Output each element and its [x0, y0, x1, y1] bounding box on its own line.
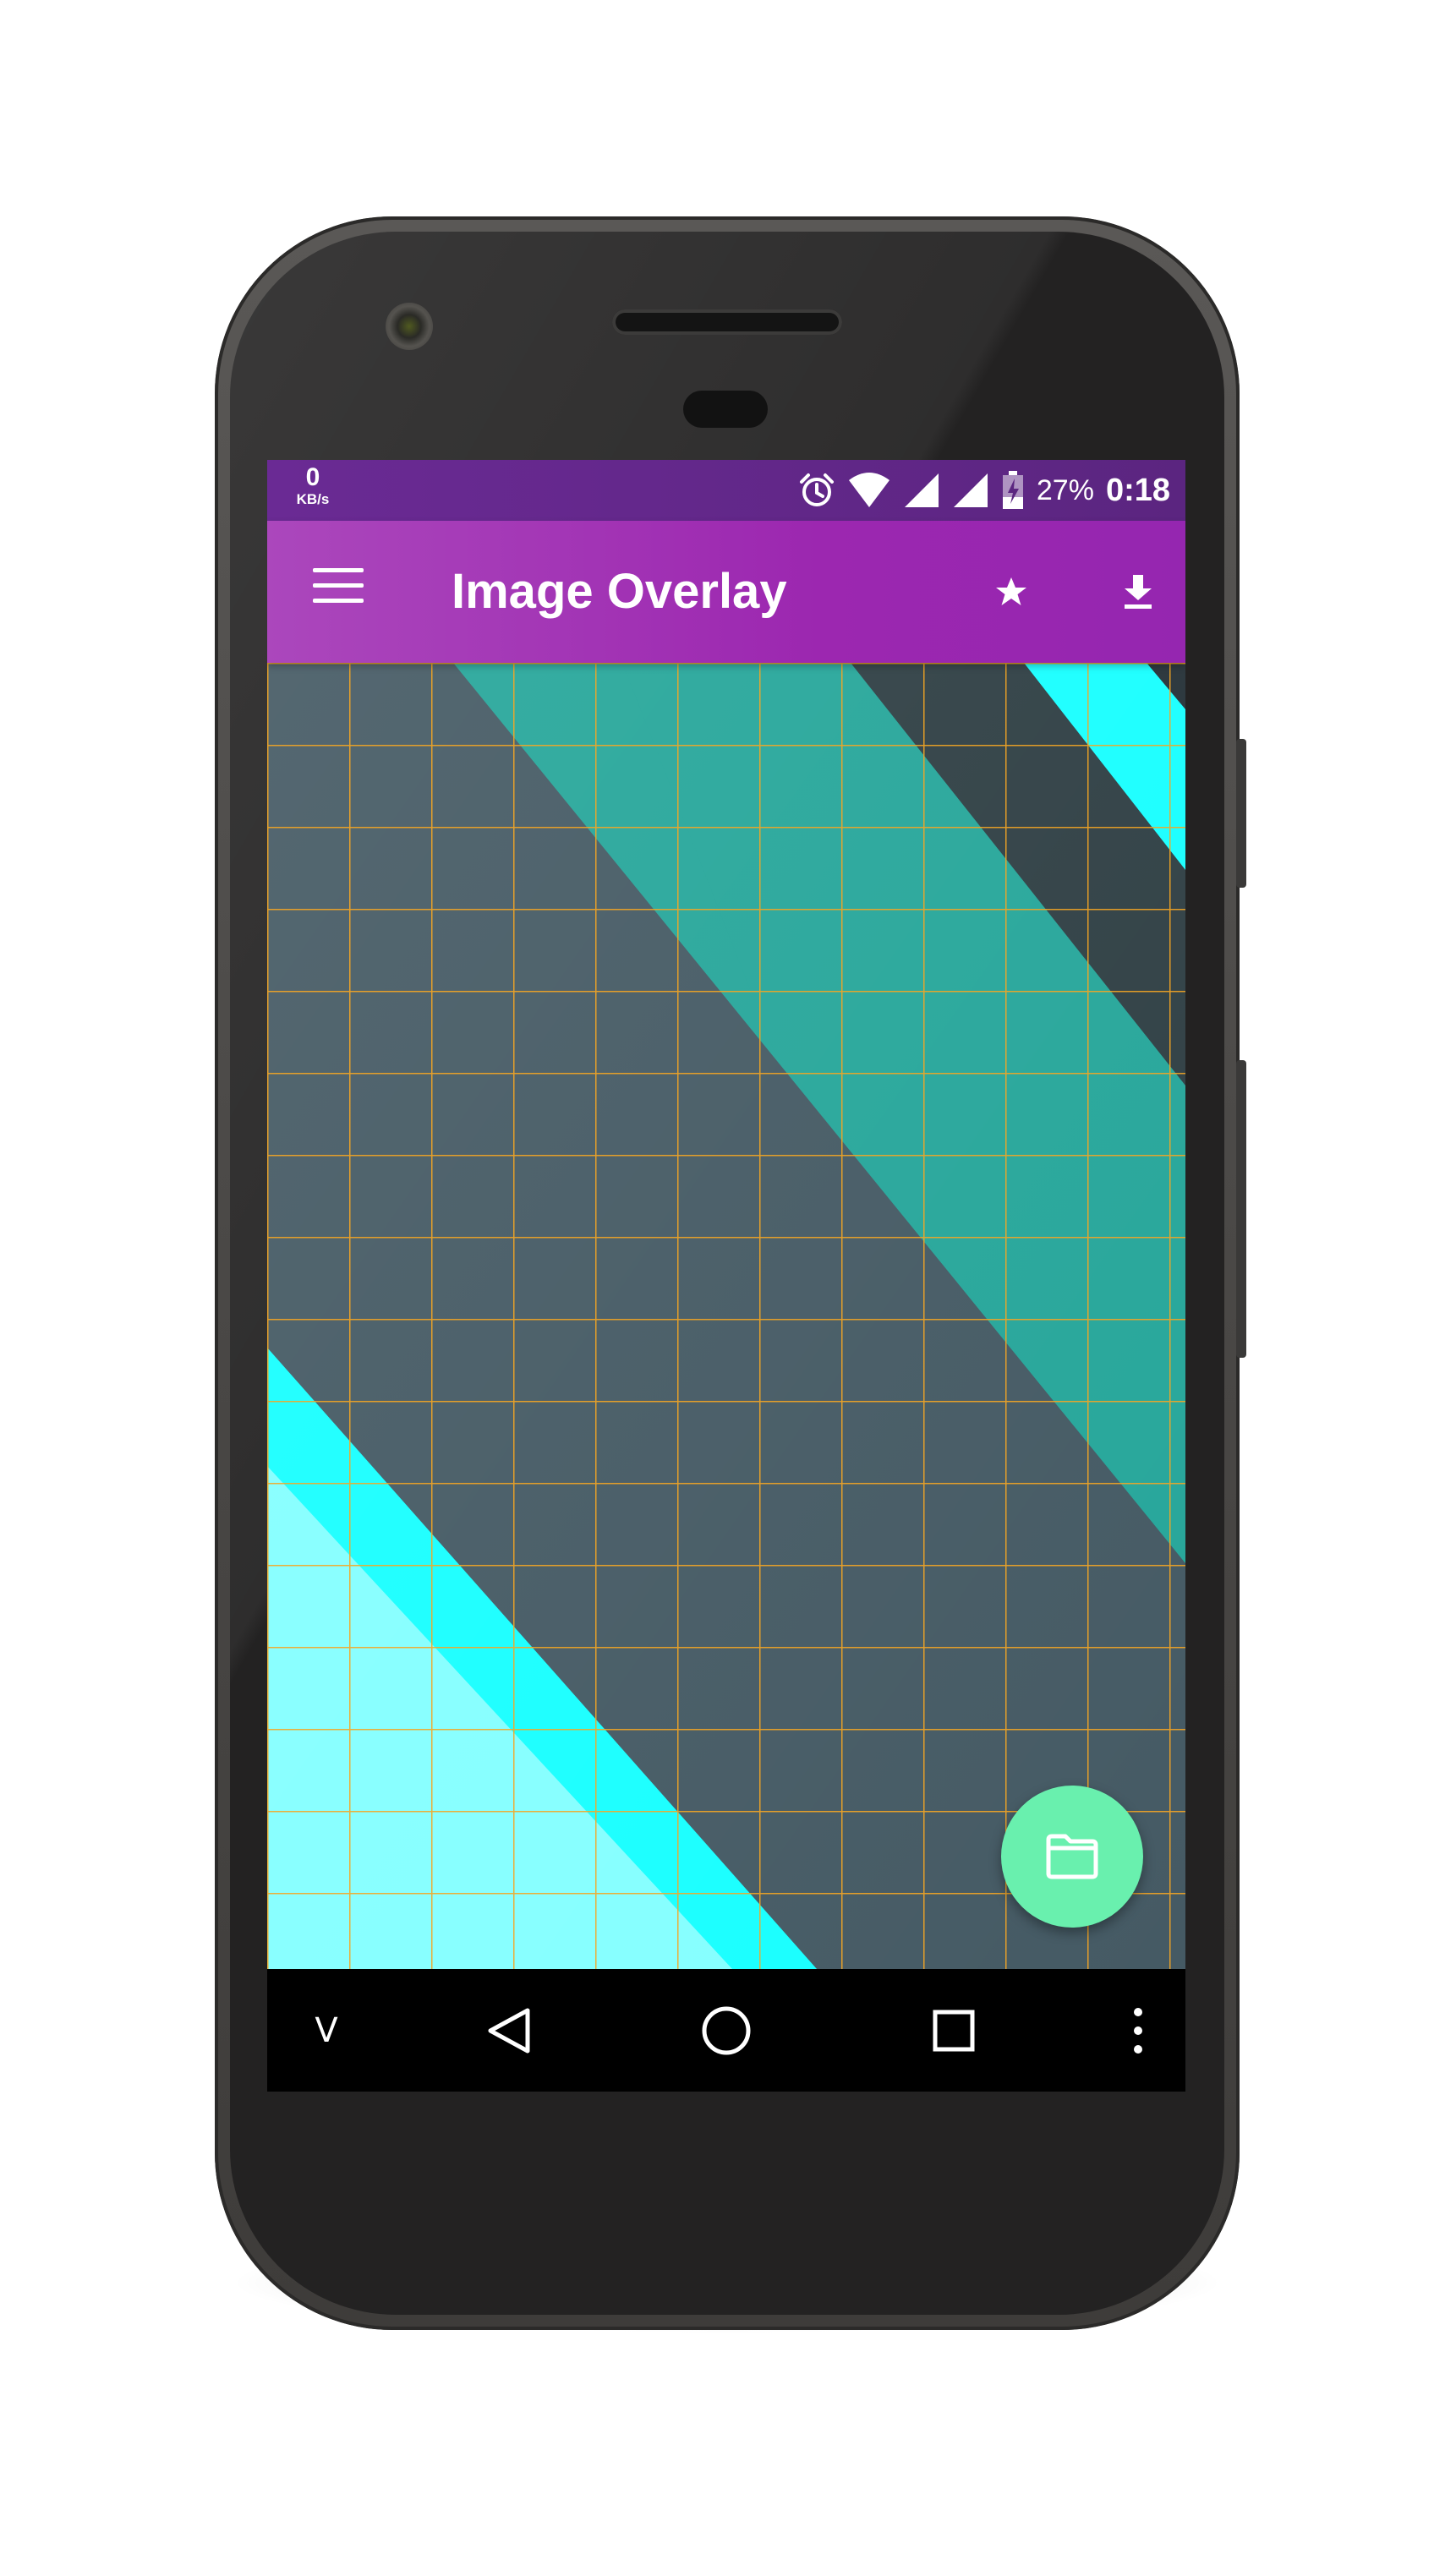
wallpaper-image: [267, 663, 1185, 1969]
alarm-icon: [799, 473, 834, 506]
signal-icon-2: [953, 473, 988, 507]
recents-button[interactable]: [903, 1969, 1004, 2092]
home-icon: [702, 2006, 751, 2054]
more-icon: [1134, 2007, 1142, 2054]
back-button[interactable]: [458, 1969, 560, 2092]
status-time: 0:18: [1105, 472, 1170, 508]
star-icon: [996, 577, 1026, 605]
grid-overlay: [267, 663, 1185, 1969]
menu-icon: [313, 568, 364, 603]
navigation-bar: V: [267, 1969, 1185, 2092]
home-button[interactable]: [676, 1969, 777, 2092]
menu-button[interactable]: [313, 568, 364, 615]
volume-button: [1236, 1060, 1246, 1358]
download-icon: [1125, 575, 1152, 609]
network-speed: 0 KB/s: [286, 463, 340, 507]
favorite-button[interactable]: [977, 558, 1045, 626]
image-overlay-area[interactable]: [267, 663, 1185, 1969]
network-speed-unit: KB/s: [296, 491, 330, 507]
more-button[interactable]: [1113, 1969, 1163, 2092]
nav-collapse-label: V: [315, 2010, 338, 2050]
power-button: [1236, 739, 1246, 888]
network-speed-value: 0: [305, 463, 320, 491]
battery-percent: 27%: [1036, 473, 1094, 506]
proximity-sensor: [683, 391, 768, 428]
front-camera: [386, 303, 433, 350]
recents-icon: [933, 2010, 975, 2051]
wifi-icon: [848, 473, 889, 507]
download-button[interactable]: [1104, 558, 1172, 626]
app-title: Image Overlay: [452, 564, 787, 619]
screen: 0 KB/s 27% 0:18 Image Overlay V: [267, 460, 1185, 2092]
app-bar: Image Overlay: [267, 521, 1185, 663]
open-folder-fab[interactable]: [1001, 1786, 1143, 1928]
back-icon: [488, 2008, 530, 2053]
earpiece-speaker: [612, 309, 842, 335]
battery-charging-icon: [1002, 471, 1023, 509]
status-bar: 0 KB/s 27% 0:18: [267, 460, 1185, 521]
signal-icon: [904, 473, 939, 507]
nav-collapse-button[interactable]: V: [293, 1969, 360, 2092]
status-icons: 27% 0:18: [798, 460, 1170, 521]
folder-icon: [1046, 1834, 1098, 1879]
